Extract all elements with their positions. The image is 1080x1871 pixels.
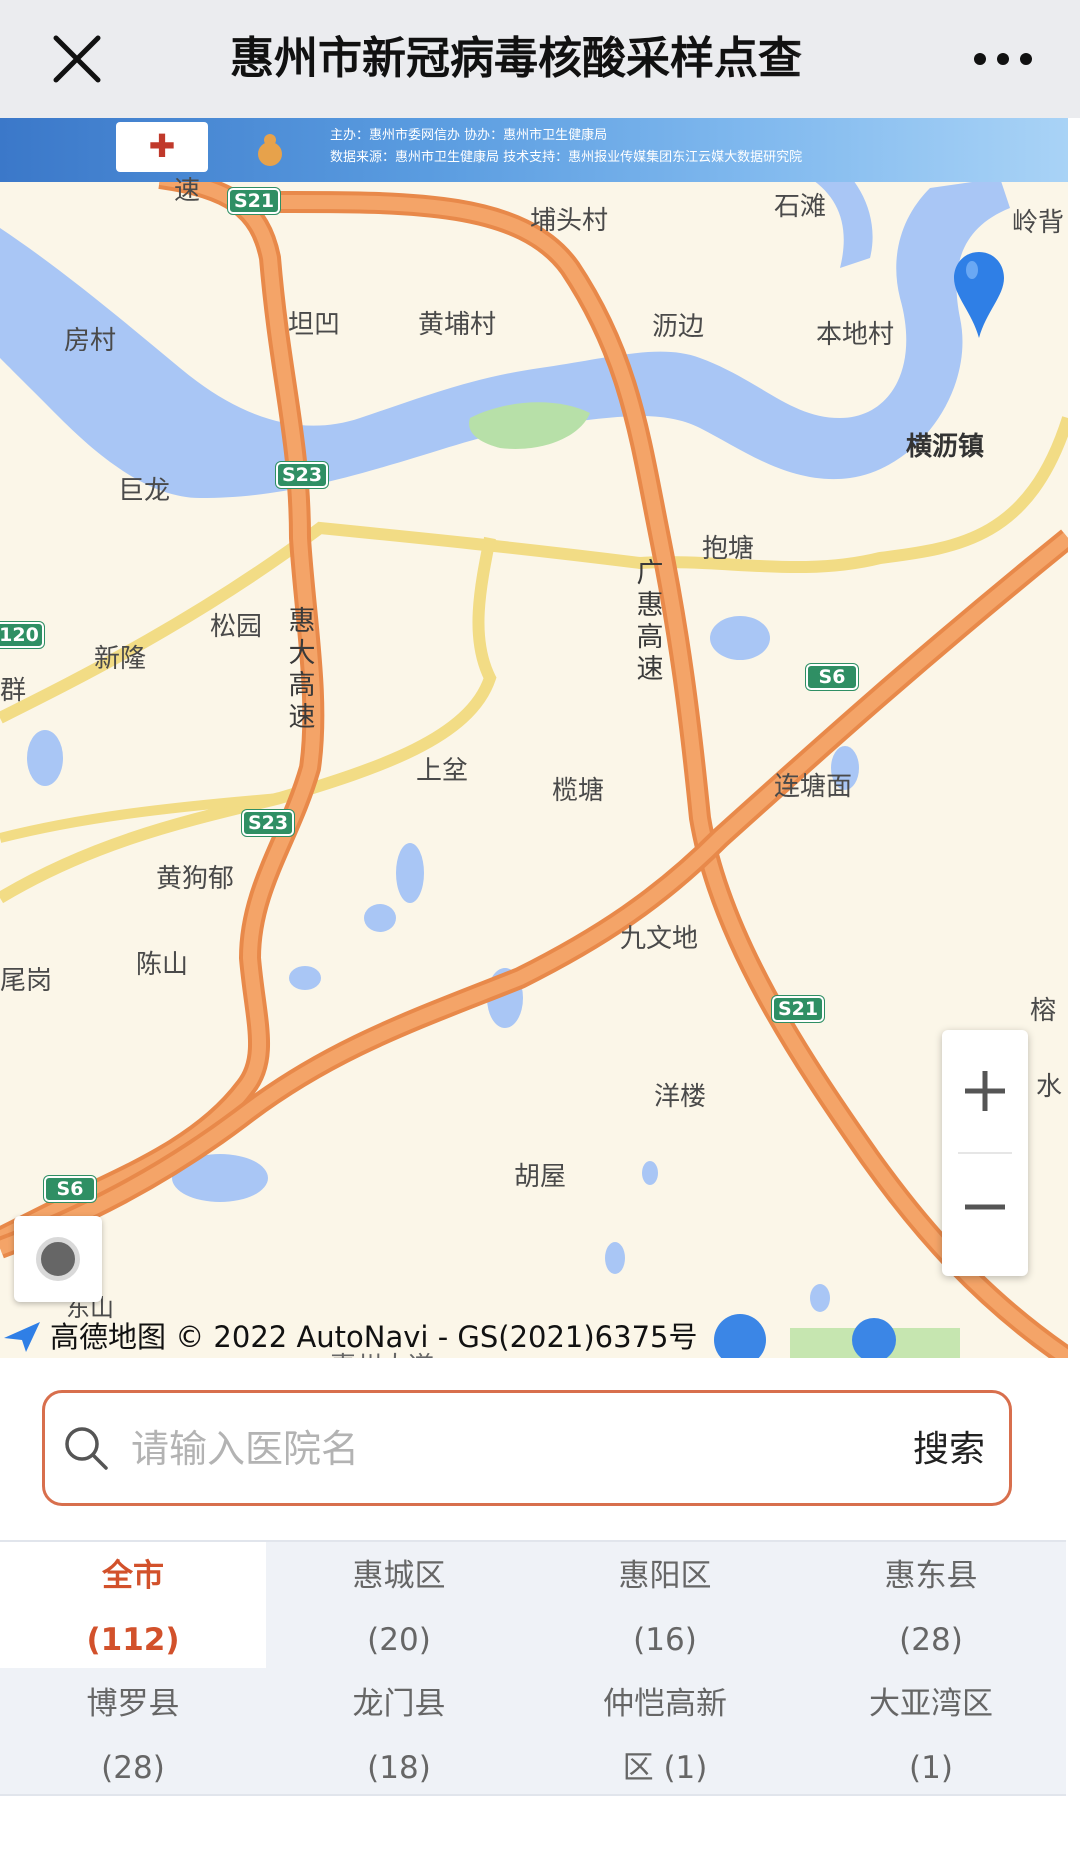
locate-icon — [36, 1237, 80, 1281]
place-label: 黄埔村 — [418, 310, 497, 340]
place-label: 新隆 — [94, 644, 147, 674]
place-label: 埔头村 — [530, 206, 609, 236]
district-tab-dayawan[interactable]: 大亚湾区 (1) — [798, 1670, 1064, 1796]
road-label-guanghui: 广 惠 高 速 — [636, 558, 664, 685]
place-label: 九文地 — [620, 924, 699, 954]
title-bar: 惠州市新冠病毒核酸采样点查 — [0, 0, 1080, 118]
district-name: 惠阳区 — [618, 1558, 712, 1594]
app-root: 惠州市新冠病毒核酸采样点查 ✚ 主办：惠州市委网信办 协办：惠州市卫生健康局 数… — [0, 0, 1080, 1871]
highway-shield: S21 — [228, 188, 280, 214]
list-area — [0, 1796, 1066, 1871]
banner: ✚ 主办：惠州市委网信办 协办：惠州市卫生健康局 数据来源：惠州市卫生健康局 技… — [0, 118, 1068, 182]
zoom-in-button[interactable] — [942, 1030, 1028, 1152]
place-label: 巨龙 — [118, 476, 171, 506]
place-label: 岭背 — [1012, 208, 1065, 238]
banner-cross-icon: ✚ — [116, 122, 208, 172]
minus-icon — [965, 1204, 1005, 1210]
highway-shield: S6 — [44, 1176, 96, 1202]
place-label: 连塘面 — [774, 772, 853, 802]
lake — [27, 730, 63, 786]
attribution-text: 高德地图 © 2022 AutoNavi - GS(2021)6375号 — [50, 1320, 698, 1354]
highway-shield: S23 — [276, 462, 328, 488]
district-name: 仲恺高新 — [603, 1686, 727, 1722]
place-label: 房村 — [64, 326, 117, 356]
district-count: (1) — [909, 1750, 953, 1786]
lake — [364, 904, 396, 932]
district-name: 惠东县 — [884, 1558, 978, 1594]
district-tab-longmen[interactable]: 龙门县 (18) — [266, 1670, 532, 1796]
district-name: 龙门县 — [352, 1686, 446, 1722]
more-dots-icon — [974, 53, 1032, 65]
road-yellow — [0, 536, 497, 904]
highway-shield: S6 — [806, 664, 858, 690]
gourd-icon — [258, 134, 282, 166]
district-tab-boluo[interactable]: 博罗县 (28) — [0, 1670, 266, 1796]
district-name: 博罗县 — [86, 1686, 180, 1722]
location-pin-icon[interactable] — [952, 250, 1006, 340]
search-button[interactable]: 搜索 — [913, 1415, 985, 1485]
place-label: 榄塘 — [552, 776, 605, 806]
district-tab-huidong[interactable]: 惠东县 (28) — [798, 1542, 1064, 1668]
place-label: 横沥镇 — [906, 432, 985, 462]
district-name: 全市 — [102, 1558, 164, 1594]
lake — [642, 1161, 658, 1185]
amap-logo-icon — [4, 1322, 40, 1352]
banner-line-1: 主办：惠州市委网信办 协办：惠州市卫生健康局 — [330, 128, 608, 143]
highway-shield: S21 — [772, 996, 824, 1022]
place-label: 胡屋 — [514, 1162, 567, 1192]
lake — [396, 843, 424, 903]
place-label: 群 — [0, 676, 27, 706]
search-area: 搜索 — [0, 1358, 1068, 1540]
close-icon — [53, 35, 101, 83]
page-title: 惠州市新冠病毒核酸采样点查 — [230, 33, 802, 84]
place-label: 洋楼 — [654, 1082, 707, 1112]
more-button[interactable] — [972, 38, 1034, 80]
district-tabs: 全市 (112) 惠城区 (20) 惠阳区 (16) 惠东县 (28) 博罗县 … — [0, 1540, 1066, 1796]
place-label: 黄狗郁 — [156, 864, 235, 894]
road-label-huida: 惠 大 高 速 — [288, 606, 316, 733]
map-attribution: 高德地图 © 2022 AutoNavi - GS(2021)6375号 — [0, 1316, 1068, 1358]
place-label: 水 — [1036, 1072, 1063, 1102]
lake — [810, 1284, 830, 1312]
district-name: 惠城区 — [352, 1558, 446, 1594]
district-count: (18) — [367, 1750, 431, 1786]
district-count: (20) — [367, 1622, 431, 1658]
place-label: 坦凹 — [288, 310, 341, 340]
place-label: 本地村 — [816, 320, 895, 350]
place-label: 上坌 — [416, 756, 469, 786]
district-count: (28) — [101, 1750, 165, 1786]
zoom-out-button[interactable] — [942, 1154, 1028, 1276]
place-label: 石滩 — [774, 192, 827, 222]
plus-icon — [965, 1071, 1005, 1111]
zoom-control — [942, 1030, 1028, 1276]
lake — [710, 616, 770, 660]
place-label: 陈山 — [136, 950, 189, 980]
search-input[interactable] — [131, 1409, 831, 1489]
place-label: 松园 — [210, 612, 263, 642]
district-count: (16) — [633, 1622, 697, 1658]
district-count: (112) — [86, 1622, 180, 1658]
road-label: 速 — [174, 176, 201, 206]
district-tab-all[interactable]: 全市 (112) — [0, 1542, 266, 1668]
close-button[interactable] — [48, 30, 106, 88]
place-label: 尾岗 — [0, 966, 53, 996]
lake — [289, 966, 321, 990]
district-count: 区 (1) — [622, 1750, 708, 1786]
place-label: 榕 — [1030, 996, 1057, 1026]
search-box: 搜索 — [42, 1390, 1012, 1506]
district-tab-huiyang[interactable]: 惠阳区 (16) — [532, 1542, 798, 1668]
map-view[interactable]: ✚ 主办：惠州市委网信办 协办：惠州市卫生健康局 数据来源：惠州市卫生健康局 技… — [0, 118, 1068, 1358]
highway-shield: S23 — [242, 810, 294, 836]
district-name: 大亚湾区 — [869, 1686, 993, 1722]
district-tab-zhongkai[interactable]: 仲恺高新 区 (1) — [532, 1670, 798, 1796]
locate-button[interactable] — [14, 1216, 102, 1302]
district-tab-huicheng[interactable]: 惠城区 (20) — [266, 1542, 532, 1668]
place-label: 抱塘 — [702, 534, 755, 564]
highway-shield: 120 — [0, 622, 44, 648]
place-label: 沥边 — [652, 312, 705, 342]
search-icon — [65, 1427, 108, 1470]
banner-line-2: 数据来源：惠州市卫生健康局 技术支持：惠州报业传媒集团东江云媒大数据研究院 — [330, 150, 803, 165]
district-count: (28) — [899, 1622, 963, 1658]
lake — [605, 1242, 625, 1274]
